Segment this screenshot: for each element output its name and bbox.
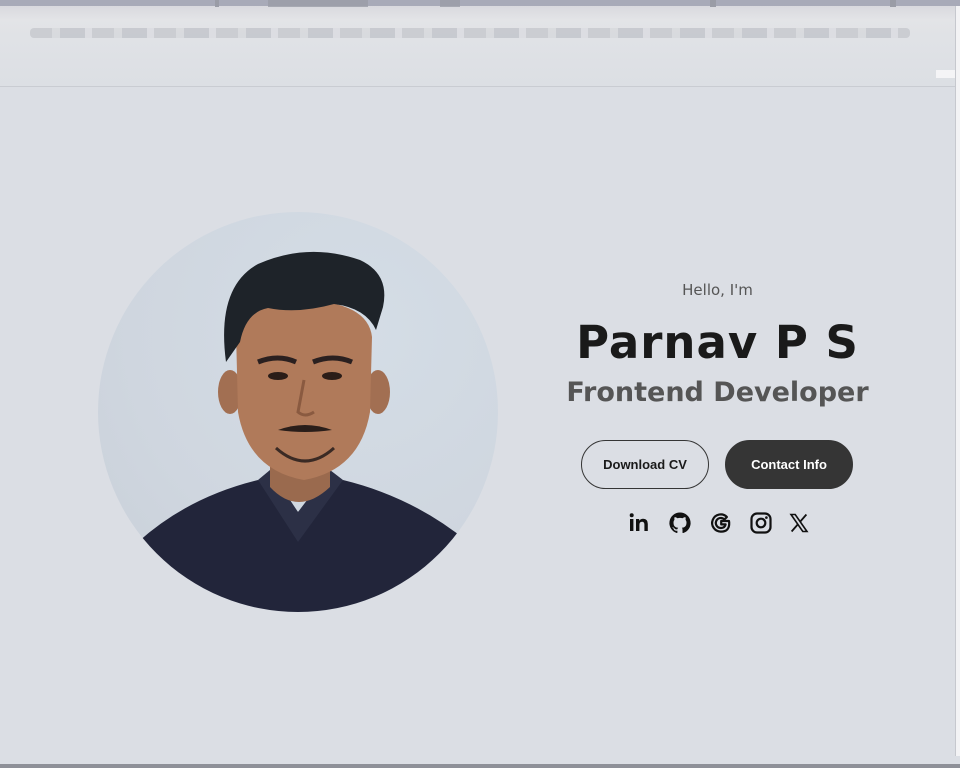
profile-photo	[98, 212, 498, 612]
header-ghost	[440, 0, 460, 7]
bottom-edge	[0, 764, 960, 768]
x-twitter-icon[interactable]	[786, 510, 812, 536]
instagram-icon[interactable]	[748, 510, 774, 536]
github-icon[interactable]	[667, 510, 693, 536]
header-ghost	[215, 0, 219, 7]
google-icon[interactable]	[708, 510, 734, 536]
header-ghost	[710, 0, 716, 7]
download-cv-button[interactable]: Download CV	[581, 440, 709, 489]
hero-name: Parnav P S	[576, 316, 859, 369]
hero-buttons: Download CV Contact Info	[581, 440, 853, 489]
profile-portrait-illustration	[138, 251, 468, 612]
header-ghost	[890, 0, 896, 7]
social-links	[626, 510, 816, 536]
header-band	[0, 6, 958, 87]
hero-role: Frontend Developer	[566, 377, 869, 408]
intro-text: Hello, I'm Parnav P S Frontend Developer	[560, 280, 875, 410]
window-edge	[955, 6, 960, 756]
header-ghost	[268, 0, 368, 7]
header-smear	[30, 28, 910, 38]
linkedin-icon[interactable]	[626, 510, 652, 536]
greeting-text: Hello, I'm	[682, 281, 753, 299]
contact-info-button[interactable]: Contact Info	[725, 440, 853, 489]
